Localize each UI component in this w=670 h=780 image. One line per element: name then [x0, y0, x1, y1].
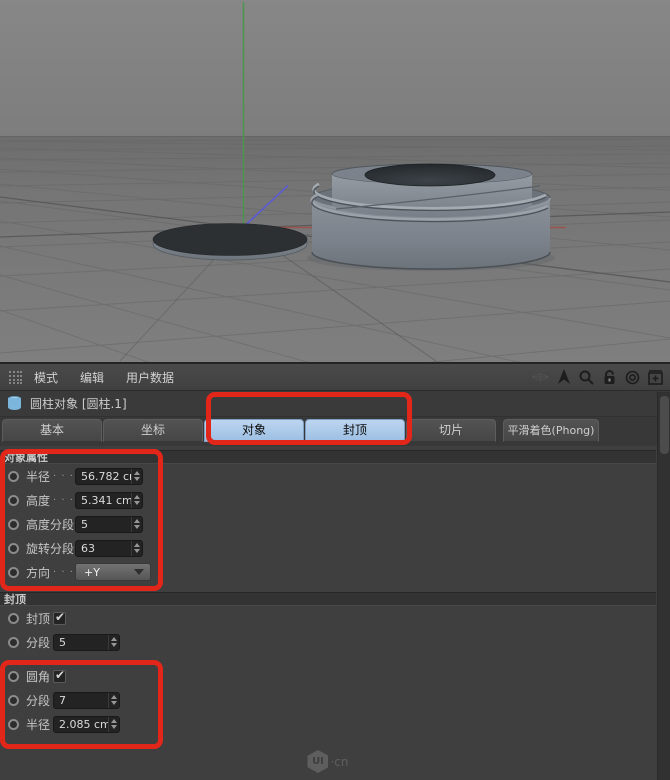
object-title: 圆柱对象 [圆柱.1] [30, 397, 127, 411]
tab-object[interactable]: 对象 [204, 419, 304, 442]
caps-segments-field[interactable]: 5 [53, 633, 120, 651]
pyramid-icon [532, 369, 549, 386]
fillet-segments-field[interactable]: 7 [53, 691, 120, 709]
c4d-window: 模式 编辑 用户数据 圆柱对象 [圆柱.1] 基本 坐标 对象 封顶 切片 平滑… [0, 0, 670, 780]
property-label: 分段 [26, 635, 51, 650]
keyframe-circle-icon[interactable] [8, 694, 19, 706]
stepper-arrows-icon[interactable] [131, 492, 142, 508]
menu-user-data[interactable]: 用户数据 [115, 369, 185, 386]
label-dots: . . . [53, 467, 74, 479]
menu-edit[interactable]: 编辑 [69, 369, 115, 386]
menu-mode[interactable]: 模式 [23, 369, 69, 386]
property-label: 旋转分段 [26, 541, 75, 556]
property-row-fillet: 圆角 ✔ [0, 664, 670, 688]
section-object-properties: 对象属性 [0, 450, 656, 464]
stepper-arrows-icon[interactable] [108, 634, 119, 650]
property-label: 半径 [26, 717, 51, 732]
height-segments-field[interactable]: 5 [75, 515, 143, 533]
property-row-height: 高度. . . 5.341 cm [0, 488, 670, 512]
viewport-3d[interactable] [0, 0, 670, 362]
property-label: 封顶 [26, 611, 51, 626]
keyframe-circle-icon[interactable] [8, 670, 19, 682]
scrollbar[interactable] [657, 392, 670, 780]
watermark: UI ·cn [0, 750, 656, 773]
grid-handle-icon[interactable] [6, 369, 23, 386]
keyframe-circle-icon[interactable] [8, 566, 19, 578]
property-label: 半径 [26, 469, 51, 484]
scrollbar-thumb[interactable] [660, 396, 669, 454]
property-label: 方向 [26, 565, 51, 580]
keyframe-circle-icon[interactable] [8, 542, 19, 554]
magnifier-icon[interactable] [578, 369, 595, 386]
keyframe-circle-icon[interactable] [8, 612, 19, 624]
viewport-sky [0, 0, 670, 137]
stepper-arrows-icon[interactable] [108, 716, 119, 732]
tab-caps[interactable]: 封顶 [305, 419, 405, 442]
property-label: 圆角 [26, 669, 51, 684]
stepper-arrows-icon[interactable] [131, 516, 142, 532]
tab-bar: 基本 坐标 对象 封顶 切片 平滑着色(Phong) [0, 417, 670, 446]
check-icon: ✔ [55, 609, 66, 624]
fillet-radius-field[interactable]: 2.085 cm [53, 715, 120, 733]
keyframe-circle-icon[interactable] [8, 718, 19, 730]
property-row-rotation-segments: 旋转分段 63 [0, 536, 670, 560]
property-row-caps: 封顶 ✔ [0, 606, 670, 630]
stepper-arrows-icon[interactable] [108, 692, 119, 708]
property-row-caps-segments: 分段 5 [0, 630, 670, 654]
object-header: 圆柱对象 [圆柱.1] [0, 391, 670, 417]
tab-coordinates[interactable]: 坐标 [103, 419, 203, 442]
property-label: 高度 [26, 493, 51, 508]
watermark-suffix: ·cn [330, 754, 349, 769]
chevron-down-icon [134, 569, 144, 575]
label-dots: . . . [53, 491, 74, 503]
cylinder-icon [8, 395, 21, 412]
property-row-fillet-segments: 分段 7 [0, 688, 670, 712]
height-field[interactable]: 5.341 cm [75, 491, 143, 509]
cursor-arrow-icon[interactable] [555, 369, 572, 386]
target-icon[interactable] [624, 369, 641, 386]
attribute-content: 对象属性 半径. . . 56.782 cm 高度. . . 5.341 cm … [0, 446, 670, 736]
check-icon: ✔ [55, 667, 66, 682]
disc-object[interactable] [152, 223, 308, 261]
property-label: 分段 [26, 693, 51, 708]
property-row-radius: 半径. . . 56.782 cm [0, 464, 670, 488]
property-row-orientation: 方向. . . +Y [0, 560, 670, 584]
rotation-segments-field[interactable]: 63 [75, 539, 143, 557]
lock-icon[interactable] [601, 369, 618, 386]
orientation-dropdown[interactable]: +Y [75, 563, 151, 581]
tab-phong[interactable]: 平滑着色(Phong) [503, 419, 599, 442]
keyframe-circle-icon[interactable] [8, 518, 19, 530]
radius-field[interactable]: 56.782 cm [75, 467, 143, 485]
property-row-fillet-radius: 半径 2.085 cm [0, 712, 670, 736]
section-caps: 封顶 [0, 592, 656, 606]
lid-object[interactable] [307, 163, 555, 271]
attribute-menubar: 模式 编辑 用户数据 [0, 364, 670, 391]
label-dots: . . . [53, 563, 74, 575]
keyframe-circle-icon[interactable] [8, 494, 19, 506]
fillet-checkbox[interactable]: ✔ [53, 667, 66, 683]
tab-slice[interactable]: 切片 [406, 419, 496, 442]
keyframe-circle-icon[interactable] [8, 636, 19, 648]
caps-checkbox[interactable]: ✔ [53, 609, 66, 625]
property-row-height-segments: 高度分段 5 [0, 512, 670, 536]
keyframe-circle-icon[interactable] [8, 470, 19, 482]
attribute-manager: 模式 编辑 用户数据 圆柱对象 [圆柱.1] 基本 坐标 对象 封顶 切片 平滑… [0, 362, 670, 780]
property-label: 高度分段 [26, 517, 75, 532]
add-layer-icon[interactable] [647, 369, 664, 386]
viewport-scene [0, 0, 670, 362]
tab-basic[interactable]: 基本 [2, 419, 102, 442]
stepper-arrows-icon[interactable] [131, 468, 142, 484]
stepper-arrows-icon[interactable] [131, 540, 142, 556]
hexagon-logo-icon: UI [307, 750, 329, 773]
